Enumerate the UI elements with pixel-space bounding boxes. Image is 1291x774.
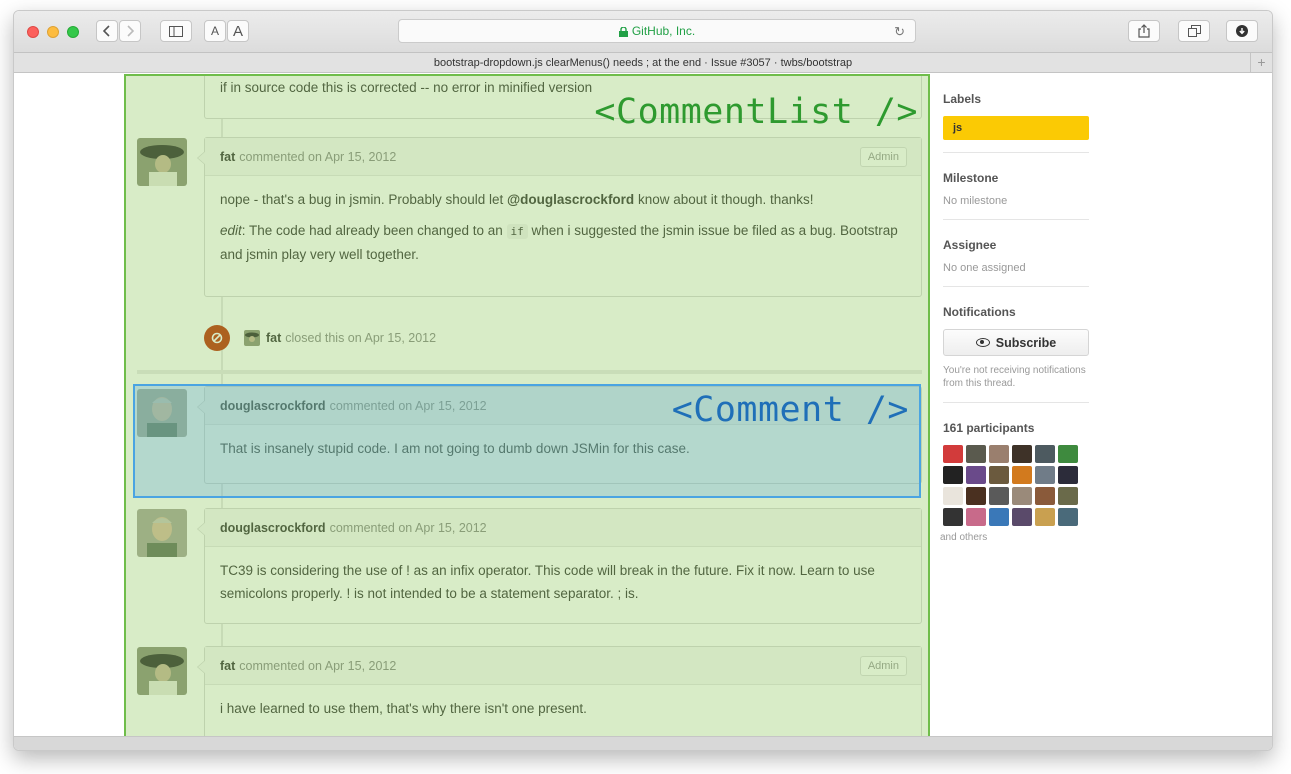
participant-avatar[interactable] [1035, 445, 1055, 463]
participant-avatar[interactable] [966, 445, 986, 463]
new-tab-label: + [1257, 54, 1266, 70]
milestone-title[interactable]: Milestone [943, 171, 1089, 185]
download-icon [1236, 25, 1248, 37]
participant-avatar[interactable] [989, 487, 1009, 505]
tabs-overview-button[interactable] [1178, 20, 1210, 42]
reload-icon[interactable]: ↻ [894, 24, 905, 40]
participant-avatar[interactable] [1012, 487, 1032, 505]
assignee-section: Assignee No one assigned [943, 238, 1089, 287]
chevron-left-icon [103, 25, 111, 37]
participant-avatar[interactable] [1058, 445, 1078, 463]
comment-overlay: <Comment /> [133, 384, 921, 498]
eye-icon [975, 338, 990, 347]
participant-avatar[interactable] [989, 466, 1009, 484]
notifications-section: Notifications Subscribe You're not recei… [943, 305, 1089, 403]
subscribe-label: Subscribe [995, 335, 1057, 350]
zoom-window-button[interactable] [67, 26, 79, 38]
participant-avatar[interactable] [989, 445, 1009, 463]
labels-section: Labels js [943, 92, 1089, 153]
forward-button[interactable] [119, 20, 141, 42]
participant-avatar[interactable] [1012, 508, 1032, 526]
back-button[interactable] [96, 20, 118, 42]
participant-avatar[interactable] [1058, 487, 1078, 505]
assignee-value: No one assigned [943, 262, 1026, 274]
page-content: if in source code this is corrected -- n… [14, 74, 1272, 738]
notifications-note: You're not receiving notifications from … [943, 365, 1086, 389]
downloads-button[interactable] [1226, 20, 1258, 42]
sidebar-toggle-button[interactable] [160, 20, 192, 42]
sidebar-icon [169, 25, 183, 37]
subscribe-button[interactable]: Subscribe [943, 329, 1089, 356]
label-js[interactable]: js [943, 116, 1089, 140]
text-larger-button[interactable]: A [227, 20, 249, 42]
participant-avatar[interactable] [1012, 445, 1032, 463]
labels-title[interactable]: Labels [943, 92, 1089, 106]
chevron-right-icon [126, 25, 134, 37]
address-bar[interactable]: GitHub, Inc. ↻ [398, 19, 916, 43]
participants-section: 161 participants and others [940, 421, 1089, 543]
participant-avatar[interactable] [1035, 508, 1055, 526]
tab-bar: bootstrap-dropdown.js clearMenus() needs… [14, 53, 1272, 73]
text-smaller-button[interactable]: A [204, 20, 226, 42]
window-bottom-bar [14, 736, 1272, 750]
issue-sidebar: Labels js Milestone No milestone Assigne… [940, 74, 1089, 543]
participant-avatar[interactable] [943, 508, 963, 526]
participant-avatar[interactable] [989, 508, 1009, 526]
participant-avatar[interactable] [966, 466, 986, 484]
participants-grid [943, 445, 1089, 526]
notifications-title: Notifications [943, 305, 1016, 319]
tab-title[interactable]: bootstrap-dropdown.js clearMenus() needs… [434, 57, 852, 69]
address-text: GitHub, Inc. [631, 24, 696, 38]
browser-window: A A GitHub, Inc. ↻ bootstrap-dropdown.js… [13, 10, 1273, 751]
participant-avatar[interactable] [1012, 466, 1032, 484]
participant-avatar[interactable] [1058, 508, 1078, 526]
milestone-section: Milestone No milestone [943, 171, 1089, 220]
comment-list-tag: <CommentList /> [594, 92, 918, 132]
assignee-title[interactable]: Assignee [943, 238, 1089, 252]
milestone-value: No milestone [943, 195, 1008, 207]
participant-avatar[interactable] [943, 466, 963, 484]
participants-title: 161 participants [943, 421, 1035, 435]
lock-icon [618, 26, 628, 37]
participant-avatar[interactable] [943, 487, 963, 505]
close-window-button[interactable] [27, 26, 39, 38]
text-larger-label: A [232, 22, 243, 40]
participant-avatar[interactable] [966, 487, 986, 505]
browser-toolbar: A A GitHub, Inc. ↻ [14, 11, 1272, 53]
text-smaller-label: A [210, 24, 219, 38]
new-tab-button[interactable]: + [1250, 53, 1272, 73]
participants-others[interactable]: and others [940, 532, 1089, 543]
tabs-icon [1187, 25, 1201, 37]
share-button[interactable] [1128, 20, 1160, 42]
share-icon [1138, 24, 1150, 38]
participant-avatar[interactable] [966, 508, 986, 526]
participant-avatar[interactable] [1058, 466, 1078, 484]
participant-avatar[interactable] [1035, 487, 1055, 505]
minimize-window-button[interactable] [47, 26, 59, 38]
comment-tag: <Comment /> [671, 390, 909, 430]
participant-avatar[interactable] [1035, 466, 1055, 484]
participant-avatar[interactable] [943, 445, 963, 463]
